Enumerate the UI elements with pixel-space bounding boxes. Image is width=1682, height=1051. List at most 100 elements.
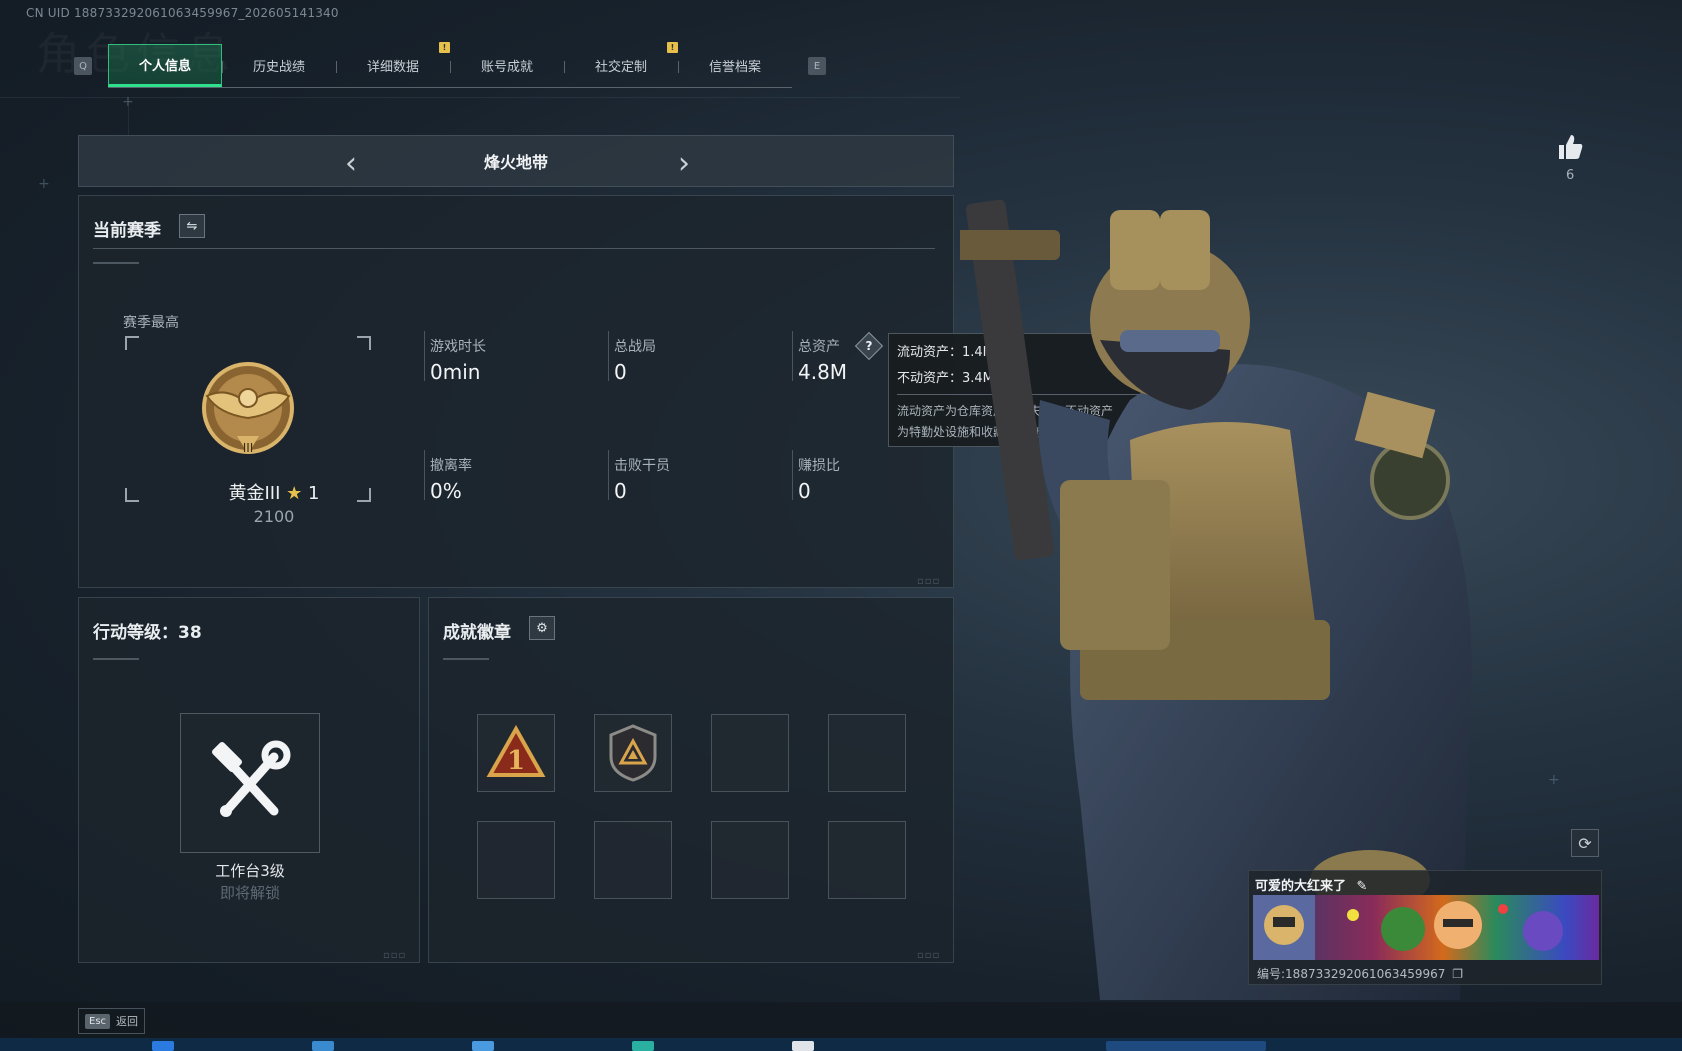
stat-value: 0 (614, 479, 627, 503)
stat-value: 0 (614, 360, 627, 384)
divider (443, 658, 489, 660)
stat-label: 击败干员 (614, 458, 670, 474)
tab-reputation[interactable]: 信誉档案 (678, 44, 792, 87)
back-label: 返回 (116, 1015, 139, 1028)
next-mode-button[interactable]: › (669, 146, 699, 181)
divider (424, 450, 425, 500)
shield-badge-icon (609, 724, 657, 782)
thumbs-up-icon[interactable] (1555, 132, 1585, 162)
os-taskbar (0, 1038, 1682, 1051)
rank-title: 黄金III (228, 483, 281, 504)
card-banner-image (1253, 895, 1599, 960)
mode-title: 烽火地带 (483, 153, 548, 172)
workbench-unlock[interactable] (180, 713, 320, 853)
tab-achievements[interactable]: 账号成就 (450, 44, 564, 87)
rank-stars: 1 (308, 483, 320, 504)
panel-title: 当前赛季 (93, 221, 161, 241)
tab-social[interactable]: 社交定制! (564, 42, 678, 87)
badge-slot[interactable] (594, 714, 672, 792)
divider (424, 331, 425, 381)
panel-corner-dots: ▫▫▫ (917, 576, 941, 587)
panel-corner-dots: ▫▫▫ (917, 950, 941, 961)
gold-rank-medal-icon: III (202, 362, 294, 455)
player-id: 编号:188733292061063459967 ❐ (1257, 965, 1463, 982)
badge-settings-button[interactable]: ⚙ (529, 616, 555, 640)
stat-label: 总战局 (614, 339, 656, 355)
bottom-bar (0, 1002, 1682, 1038)
player-name: 可爱的大红来了 ✎ (1255, 875, 1367, 894)
badge-slot[interactable] (711, 714, 789, 792)
season-highest-label: 赛季最高 (123, 315, 179, 331)
taskbar-app-icon[interactable] (632, 1041, 654, 1051)
tab-label: 信誉档案 (708, 60, 761, 75)
rank-score: 2100 (253, 507, 295, 526)
badge-slot[interactable] (711, 821, 789, 899)
tab-history[interactable]: 历史战绩 (222, 44, 336, 87)
panel-title: 成就徽章 (443, 623, 511, 643)
back-button[interactable]: Esc 返回 (78, 1008, 146, 1034)
mode-selector: ‹ 烽火地带 › (78, 135, 954, 187)
star-icon: ★ (286, 483, 303, 504)
divider (792, 450, 793, 500)
player-id-text: 编号:188733292061063459967 (1257, 967, 1446, 981)
tab-label: 账号成就 (480, 60, 533, 75)
badge-slot[interactable] (594, 821, 672, 899)
taskbar-app-icon[interactable] (472, 1041, 494, 1051)
stat-label: 总资产 (798, 339, 840, 355)
banner-artwork (1253, 895, 1563, 960)
svg-text:1: 1 (507, 746, 525, 776)
tab-label: 个人信息 (138, 59, 191, 74)
copy-icon[interactable]: ❐ (1452, 967, 1463, 981)
notification-badge: ! (439, 42, 450, 53)
stat-label: 撤离率 (430, 458, 472, 474)
prev-mode-button[interactable]: ‹ (336, 146, 366, 181)
uid-line: CN UID 188733292061063459967_20260514134… (26, 6, 339, 20)
badge-slot[interactable] (828, 714, 906, 792)
taskbar-app-icon[interactable] (152, 1041, 174, 1051)
workbench-name: 工作台3级 (215, 862, 285, 880)
divider (93, 262, 139, 264)
frame-corner (125, 488, 139, 502)
tab-label: 历史战绩 (252, 60, 305, 75)
player-name-text: 可爱的大红来了 (1255, 879, 1347, 894)
operator-character-model (960, 199, 1472, 1000)
badge-slot[interactable] (477, 821, 555, 899)
badge-slot[interactable]: 1 (477, 714, 555, 792)
tab-personal-info[interactable]: 个人信息 (108, 44, 222, 87)
taskbar-active-app[interactable] (1106, 1041, 1266, 1051)
edit-icon[interactable]: ✎ (1357, 879, 1368, 894)
grid-line (0, 97, 960, 98)
taskbar-app-icon[interactable] (312, 1041, 334, 1051)
esc-key: Esc (85, 1013, 111, 1029)
season-switch-button[interactable]: ⇋ (179, 214, 205, 238)
stat-value: 0 (798, 479, 811, 503)
like-count: 6 (1566, 168, 1575, 183)
badge-slot[interactable] (828, 821, 906, 899)
help-icon[interactable]: ? (854, 331, 884, 361)
next-tab-key[interactable]: E (808, 57, 826, 75)
rank-name: 黄金III ★ 1 (149, 479, 399, 505)
stat-label: 游戏时长 (430, 339, 486, 355)
action-level-panel: 行动等级：38 工作台3级 即将解锁 ▫▫▫ (78, 597, 420, 963)
stat-value: 0min (430, 360, 481, 384)
tab-bar: Q 个人信息 历史战绩 详细数据! 账号成就 社交定制! 信誉档案 E (74, 42, 826, 88)
refresh-icon[interactable]: ⟳ (1571, 829, 1599, 857)
workbench-status: 即将解锁 (219, 884, 280, 902)
tab-detailed-data[interactable]: 详细数据! (336, 42, 450, 87)
rank-one-badge-icon: 1 (486, 725, 546, 777)
tabs: 个人信息 历史战绩 详细数据! 账号成就 社交定制! 信誉档案 (108, 42, 792, 88)
stat-label: 赚损比 (798, 458, 840, 474)
crosshair-mark: + (122, 94, 134, 110)
panel-corner-dots: ▫▫▫ (383, 950, 407, 961)
divider (608, 331, 609, 381)
frame-corner (125, 336, 139, 350)
prev-tab-key[interactable]: Q (74, 57, 92, 75)
taskbar-app-icon[interactable] (792, 1041, 814, 1051)
divider (93, 248, 935, 249)
player-name-card[interactable]: 可爱的大红来了 ✎ 编号:188733292061063459967 ❐ (1248, 870, 1602, 985)
stat-value: 0% (430, 479, 462, 503)
achievement-badges-panel: 成就徽章 ⚙ 1 ▫▫▫ (428, 597, 954, 963)
current-season-panel: 当前赛季 ⇋ 赛季最高 III 黄金III ★ 1 2100 游戏时长 0min… (78, 195, 954, 588)
hammer-wrench-icon (211, 740, 291, 817)
help-glyph: ? (865, 339, 873, 353)
